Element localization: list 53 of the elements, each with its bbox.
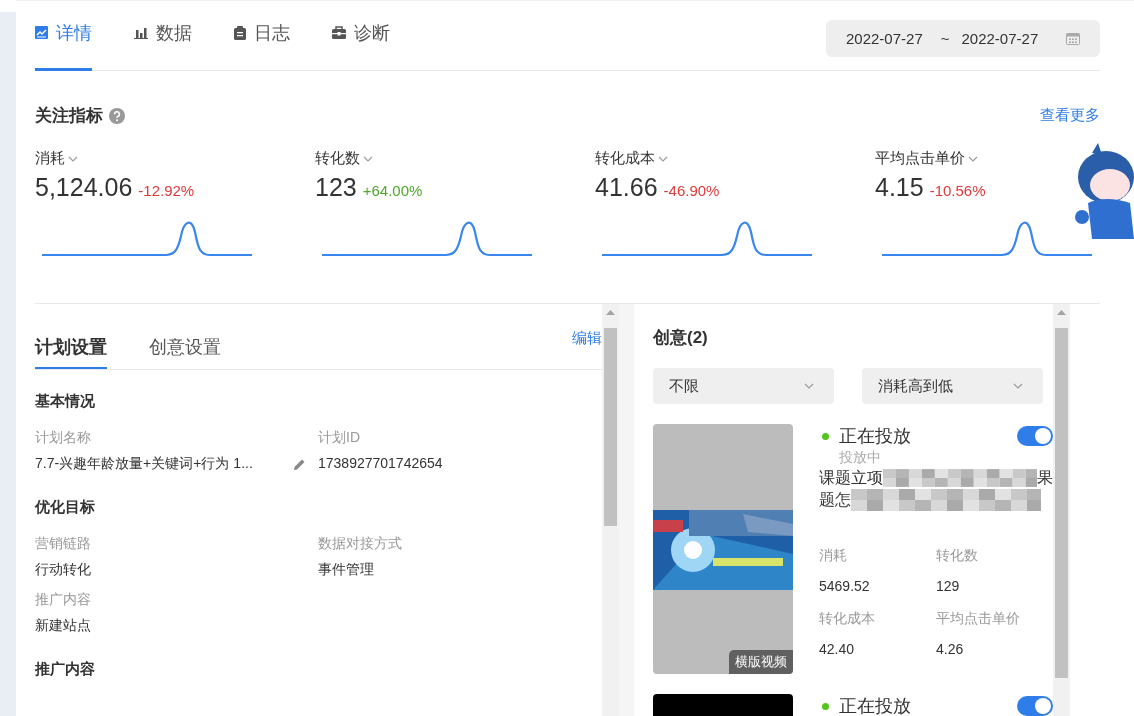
stat-value: 42.40	[819, 641, 856, 657]
metric-change: -12.92%	[138, 182, 195, 199]
metric-label[interactable]: 平均点击单价	[875, 149, 965, 168]
date-range-picker[interactable]: 2022-07-27 ~ 2022-07-27	[826, 20, 1100, 57]
field-value: 1738927701742654	[318, 455, 443, 471]
edit-link[interactable]: 编辑	[572, 329, 602, 348]
metric-value: 41.66	[595, 173, 658, 202]
view-more-link[interactable]: 查看更多	[1040, 106, 1100, 125]
stat-label: 平均点击单价	[936, 610, 1021, 628]
creative-title: 课题立项	[819, 468, 883, 488]
creative-title: 果	[1037, 468, 1053, 488]
tab[interactable]: 数据	[134, 1, 192, 71]
dropdown[interactable]: 不限	[653, 368, 834, 404]
video-type-badge: 横版视频	[729, 650, 793, 674]
metric-label[interactable]: 转化成本	[595, 149, 655, 168]
metric-label[interactable]: 转化数	[315, 149, 360, 168]
stat-value: 129	[936, 578, 961, 594]
metric-change: -10.56%	[929, 182, 986, 199]
metric-value: 5,124.06	[35, 173, 133, 202]
field-value: 事件管理	[318, 561, 374, 579]
field-label: 计划ID	[318, 429, 361, 447]
field-label: 营销链路	[35, 535, 92, 553]
field-label: 推广内容	[35, 591, 92, 609]
field-label: 数据对接方式	[318, 535, 403, 553]
stat-value: 5469.52	[819, 578, 871, 594]
tab[interactable]: 日志	[234, 1, 290, 71]
tab[interactable]: 创意设置	[149, 335, 221, 369]
section-title: 优化目标	[35, 498, 96, 517]
stat-value: 4.26	[936, 641, 965, 657]
stat-label: 消耗	[819, 547, 848, 565]
tab[interactable]: 诊断	[332, 1, 390, 71]
stat-label: 转化数	[936, 547, 979, 565]
creative-title: 题怎	[819, 490, 851, 510]
metric-value: 4.15	[875, 173, 924, 202]
field-label: 计划名称	[35, 429, 92, 447]
dropdown[interactable]: 消耗高到低	[862, 368, 1043, 404]
metric-value: 123	[315, 173, 357, 202]
section-title: 基本情况	[35, 392, 96, 411]
tab[interactable]: 计划设置	[35, 335, 107, 369]
tab[interactable]: 详情	[35, 1, 92, 71]
section-title: 推广内容	[35, 660, 96, 679]
field-value: 新建站点	[35, 617, 91, 635]
status-label: 正在投放	[839, 695, 911, 716]
stat-label: 转化成本	[819, 610, 876, 628]
metric-label[interactable]: 消耗	[35, 149, 65, 168]
metric-change: -46.90%	[663, 182, 720, 199]
field-value: 行动转化	[35, 561, 91, 579]
metric-change: +64.00%	[362, 182, 423, 199]
status-label: 正在投放	[839, 425, 911, 448]
section-title: 关注指标	[35, 105, 103, 127]
substatus: 投放中	[839, 449, 882, 467]
panel-title: 创意(2)	[653, 327, 709, 349]
field-value: 7.7-兴趣年龄放量+关键词+行为 1...	[35, 455, 253, 473]
